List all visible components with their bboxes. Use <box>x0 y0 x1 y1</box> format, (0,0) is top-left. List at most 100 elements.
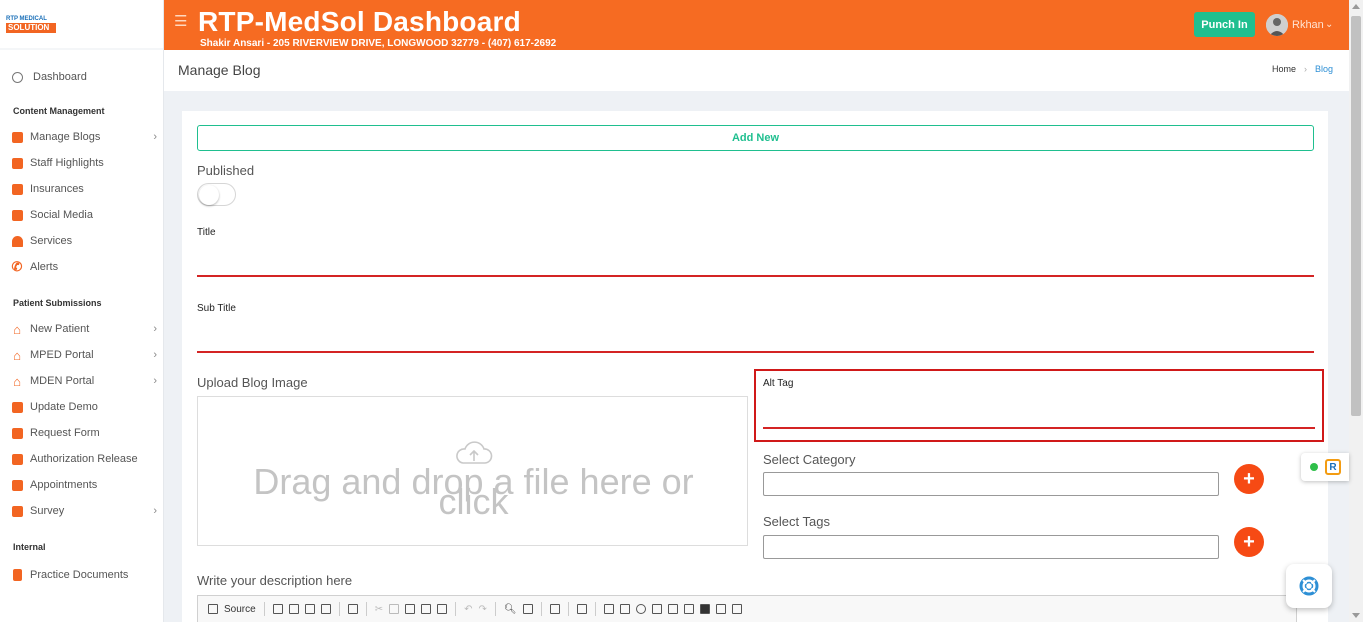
preview-icon[interactable] <box>304 604 315 614</box>
add-tag-button[interactable]: + <box>1234 527 1264 557</box>
sidebar-item-label: Practice Documents <box>30 569 129 581</box>
sidebar-item-dashboard[interactable]: Dashboard <box>0 64 163 90</box>
sidebar-item-insurances[interactable]: Insurances <box>0 176 163 202</box>
paste-text-icon[interactable] <box>421 604 432 614</box>
sidebar-item-mden-portal[interactable]: ⌂ MDEN Portal › <box>0 368 163 394</box>
dashboard-icon <box>10 70 24 84</box>
checkbox-icon[interactable] <box>619 604 630 614</box>
sidebar-item-label: Manage Blogs <box>30 131 101 143</box>
user-name[interactable]: Rkhan <box>1292 19 1324 31</box>
help-button[interactable] <box>1286 564 1332 608</box>
subtitle-input[interactable] <box>197 317 1314 351</box>
sidebar-item-survey[interactable]: Survey › <box>0 498 163 524</box>
category-select[interactable] <box>763 472 1219 496</box>
paste-icon[interactable] <box>405 604 416 614</box>
image-dropzone[interactable]: Drag and drop a file here or click <box>197 396 748 546</box>
templates-icon[interactable] <box>347 604 358 614</box>
sidebar-item-label: MPED Portal <box>30 349 94 361</box>
blog-form-card: Add New Published Title Sub Title Upload… <box>182 111 1328 622</box>
lifebuoy-icon <box>1299 576 1319 596</box>
find-icon[interactable]: 🔍︎ <box>504 604 517 615</box>
home-icon: ⌂ <box>13 321 21 337</box>
image-button-icon[interactable] <box>715 604 726 614</box>
add-new-button[interactable]: Add New <box>197 125 1314 151</box>
sidebar-item-social-media[interactable]: Social Media <box>0 202 163 228</box>
radio-icon[interactable] <box>635 604 646 614</box>
toolbar-separator <box>567 602 569 616</box>
copy-icon[interactable] <box>389 604 400 614</box>
toggle-knob <box>199 185 219 205</box>
toolbar-separator <box>594 602 596 616</box>
sidebar-item-label: Update Demo <box>30 401 98 413</box>
upload-image-label: Upload Blog Image <box>197 375 308 390</box>
sidebar-item-manage-blogs[interactable]: Manage Blogs › <box>0 124 163 150</box>
sidebar-item-services[interactable]: Services <box>0 228 163 254</box>
section-content-management: Content Management <box>13 106 105 116</box>
select-all-icon[interactable] <box>549 604 560 614</box>
chevron-down-icon[interactable]: ⌄ <box>1325 19 1333 30</box>
sidebar-item-practice-documents[interactable]: Practice Documents <box>0 562 163 588</box>
textarea-icon[interactable] <box>667 604 678 614</box>
user-avatar-icon <box>1266 14 1288 36</box>
title-input[interactable] <box>197 241 1314 275</box>
cut-icon[interactable]: ✂ <box>375 604 383 615</box>
section-internal: Internal <box>13 542 46 552</box>
sidebar-item-appointments[interactable]: Appointments <box>0 472 163 498</box>
published-toggle[interactable] <box>197 183 236 206</box>
paste-word-icon[interactable] <box>437 604 448 614</box>
replace-icon[interactable] <box>522 604 533 614</box>
sidebar: RTP MEDICAL SOLUTION Dashboard Content M… <box>0 0 164 622</box>
add-category-button[interactable]: + <box>1234 464 1264 494</box>
form-icon[interactable] <box>603 604 614 614</box>
clipboard-icon <box>10 568 24 582</box>
sidebar-item-label: Survey <box>30 505 65 517</box>
scroll-down-icon[interactable] <box>1352 613 1360 618</box>
sidebar-item-staff-highlights[interactable]: Staff Highlights <box>0 150 163 176</box>
sidebar-item-authorization-release[interactable]: Authorization Release <box>0 446 163 472</box>
select-field-icon[interactable] <box>683 604 694 614</box>
new-page-icon[interactable] <box>288 604 299 614</box>
services-icon <box>10 234 24 248</box>
sidebar-item-label: Services <box>30 235 73 247</box>
alt-tag-underline <box>763 427 1315 429</box>
scroll-thumb[interactable] <box>1351 16 1361 416</box>
brand-logo[interactable]: RTP MEDICAL SOLUTION <box>6 13 56 35</box>
sidebar-item-alerts[interactable]: ✆ Alerts <box>0 254 163 280</box>
alt-tag-input[interactable] <box>763 393 1315 427</box>
save-icon[interactable] <box>272 604 283 614</box>
sidebar-item-update-demo[interactable]: Update Demo <box>0 394 163 420</box>
r-logo-icon: R <box>1325 459 1341 475</box>
breadcrumb-home[interactable]: Home <box>1272 64 1296 74</box>
print-icon[interactable] <box>320 604 331 614</box>
sidebar-item-request-form[interactable]: Request Form <box>0 420 163 446</box>
source-icon <box>208 604 218 614</box>
logo-bottom-text: SOLUTION <box>6 22 56 33</box>
avatar[interactable] <box>1266 14 1288 36</box>
status-dot-icon <box>1310 463 1318 471</box>
tags-select[interactable] <box>763 535 1219 559</box>
title-input-underline <box>197 275 1314 277</box>
toolbar-separator <box>540 602 542 616</box>
redo-icon[interactable]: ↷ <box>478 604 486 615</box>
home-icon: ⌂ <box>13 347 21 363</box>
home-icon: ⌂ <box>13 373 21 389</box>
page-scrollbar[interactable] <box>1349 0 1363 622</box>
source-button[interactable]: Source <box>224 604 256 615</box>
hidden-field-icon[interactable] <box>731 604 742 614</box>
chevron-right-icon: › <box>153 505 157 517</box>
spellcheck-icon[interactable] <box>576 604 587 614</box>
sidebar-item-label: New Patient <box>30 323 90 335</box>
button-field-icon[interactable] <box>699 604 710 614</box>
undo-icon[interactable]: ↶ <box>464 604 472 615</box>
category-label: Select Category <box>763 452 856 467</box>
sidebar-item-mped-portal[interactable]: ⌂ MPED Portal › <box>0 342 163 368</box>
hamburger-menu-icon[interactable]: ☰ <box>174 14 187 29</box>
sidebar-item-label: Insurances <box>30 183 84 195</box>
subtitle-input-underline <box>197 351 1314 353</box>
scroll-up-icon[interactable] <box>1352 4 1360 9</box>
text-field-icon[interactable] <box>651 604 662 614</box>
sidebar-item-new-patient[interactable]: ⌂ New Patient › <box>0 316 163 342</box>
extension-widget[interactable]: R <box>1301 453 1349 481</box>
social-media-icon <box>10 208 24 222</box>
punch-in-button[interactable]: Punch In <box>1194 12 1255 37</box>
